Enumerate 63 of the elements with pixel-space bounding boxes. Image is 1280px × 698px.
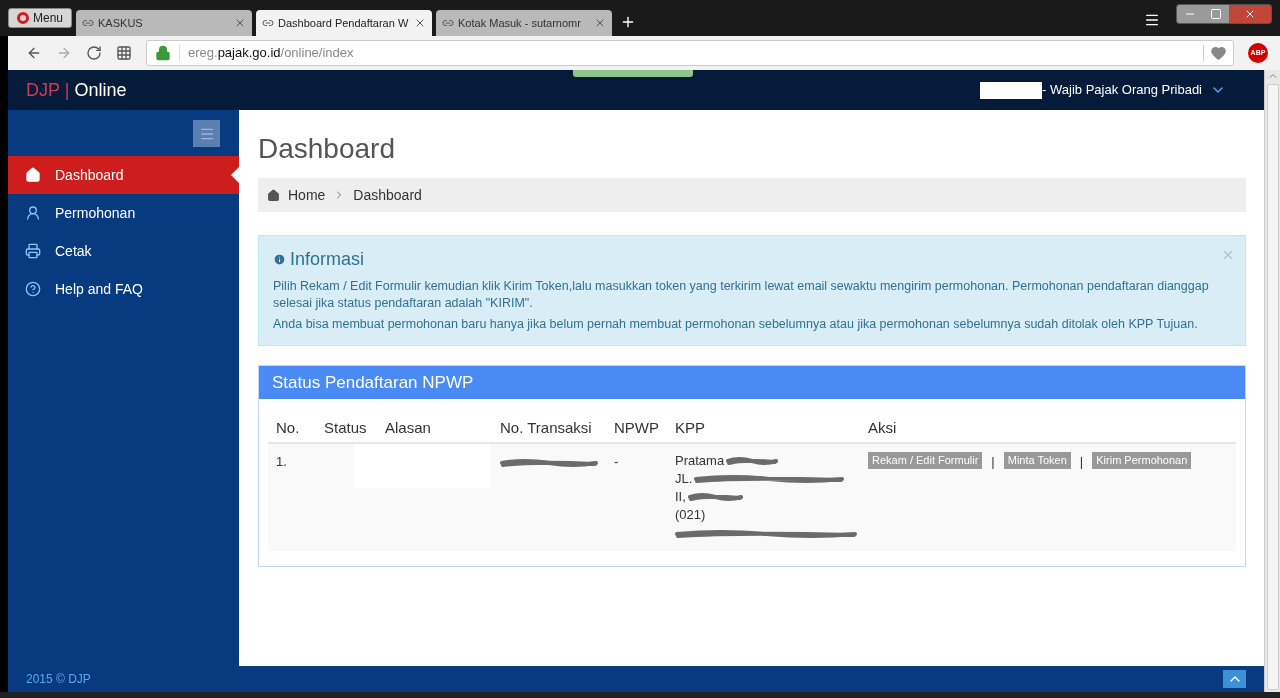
home-icon xyxy=(25,167,41,183)
url-text: ereg.pajak.go.id/online/index xyxy=(188,44,354,63)
column-header: KPP xyxy=(675,419,705,437)
table-cell: - xyxy=(614,454,619,469)
back-icon[interactable] xyxy=(26,45,42,61)
sidebar-item[interactable]: Cetak xyxy=(8,232,239,270)
column-header: No. Transaksi xyxy=(500,419,592,437)
user-menu[interactable]: - Wajib Pajak Orang Pribadi xyxy=(1042,80,1226,100)
maximize-icon xyxy=(1210,8,1222,20)
address-line: II, xyxy=(675,488,686,506)
browser-tab[interactable]: Dashboard Pendaftaran W xyxy=(256,10,433,36)
address-line: (021) xyxy=(675,506,706,524)
redaction-mark xyxy=(687,492,743,502)
alert-title: Informasi xyxy=(290,248,365,270)
column-header: Status xyxy=(324,419,367,437)
tab-title: Dashboard Pendaftaran W xyxy=(278,15,410,31)
column-header: Alasan xyxy=(385,419,431,437)
sidebar-item[interactable]: Permohonan xyxy=(8,194,239,232)
menu-icon[interactable] xyxy=(1144,12,1160,28)
sidebar-toggle-button[interactable] xyxy=(193,120,220,147)
address-line: Pratama xyxy=(675,452,725,470)
table-cell: 1. xyxy=(276,454,287,469)
breadcrumb-link[interactable]: Home xyxy=(288,184,326,206)
page-icon xyxy=(442,17,455,29)
tab-title: Kotak Masuk - sutarnomr xyxy=(458,15,582,31)
sidebar-item[interactable]: Dashboard xyxy=(8,156,239,194)
lock-icon xyxy=(155,45,171,61)
brand-logo[interactable]: DJP | Online xyxy=(26,76,127,104)
sidebar-item[interactable]: Help and FAQ xyxy=(8,270,239,308)
menu-button[interactable]: Menu xyxy=(8,8,73,28)
panel-title: Status Pendaftaran NPWP xyxy=(272,371,474,394)
help-icon xyxy=(25,281,41,297)
breadcrumb-link[interactable]: Dashboard xyxy=(353,184,422,206)
column-header: NPWP xyxy=(614,419,659,437)
address-line: JL. xyxy=(675,470,693,488)
tab-title: KASKUS xyxy=(98,15,144,31)
page-title: Dashboard xyxy=(258,132,395,166)
alert-text: Anda bisa membuat permohonan baru hanya jika belum pernah membuat permohonan sebelumnya atau jika permohonan sebelumnya sudah ditolak oleh KPP Tujuan. xyxy=(273,316,1199,333)
printer-icon xyxy=(25,243,41,259)
page-icon xyxy=(262,17,275,29)
alert-text: Pilih Rekam / Edit Formulir kemudian klik Kirim Token,lalu masukkan token yang terkirim lewat email sewaktu mengirim permohonan. Permohonan pendaftaran dianggap selesai jika status pendaftaran adalah "KIRIM". xyxy=(273,278,1210,312)
browser-tab[interactable]: Kotak Masuk - sutarnomr xyxy=(436,10,613,36)
action-separator: | xyxy=(991,453,995,471)
page-icon xyxy=(82,17,95,29)
column-header: No. xyxy=(276,419,300,437)
redaction-mark xyxy=(726,456,779,466)
close-icon xyxy=(1244,8,1256,20)
scrollbar[interactable] xyxy=(1264,70,1280,692)
footer-text: 2015 © DJP xyxy=(26,671,91,688)
maximize-button[interactable] xyxy=(1203,5,1229,23)
forward-icon[interactable] xyxy=(56,45,72,61)
action-separator: | xyxy=(1079,453,1084,471)
scroll-top-button[interactable] xyxy=(1223,670,1246,688)
info-icon xyxy=(273,252,286,266)
address-field[interactable]: ereg.pajak.go.id/online/index xyxy=(146,40,1234,66)
opera-logo-icon xyxy=(17,12,29,24)
user-icon xyxy=(25,205,41,221)
column-header: Aksi xyxy=(868,419,897,437)
reload-icon[interactable] xyxy=(86,45,102,61)
redaction-box xyxy=(980,81,1043,99)
home-icon xyxy=(267,188,280,202)
browser-tab[interactable]: KASKUS xyxy=(76,10,253,36)
speed-dial-icon[interactable] xyxy=(116,45,132,61)
